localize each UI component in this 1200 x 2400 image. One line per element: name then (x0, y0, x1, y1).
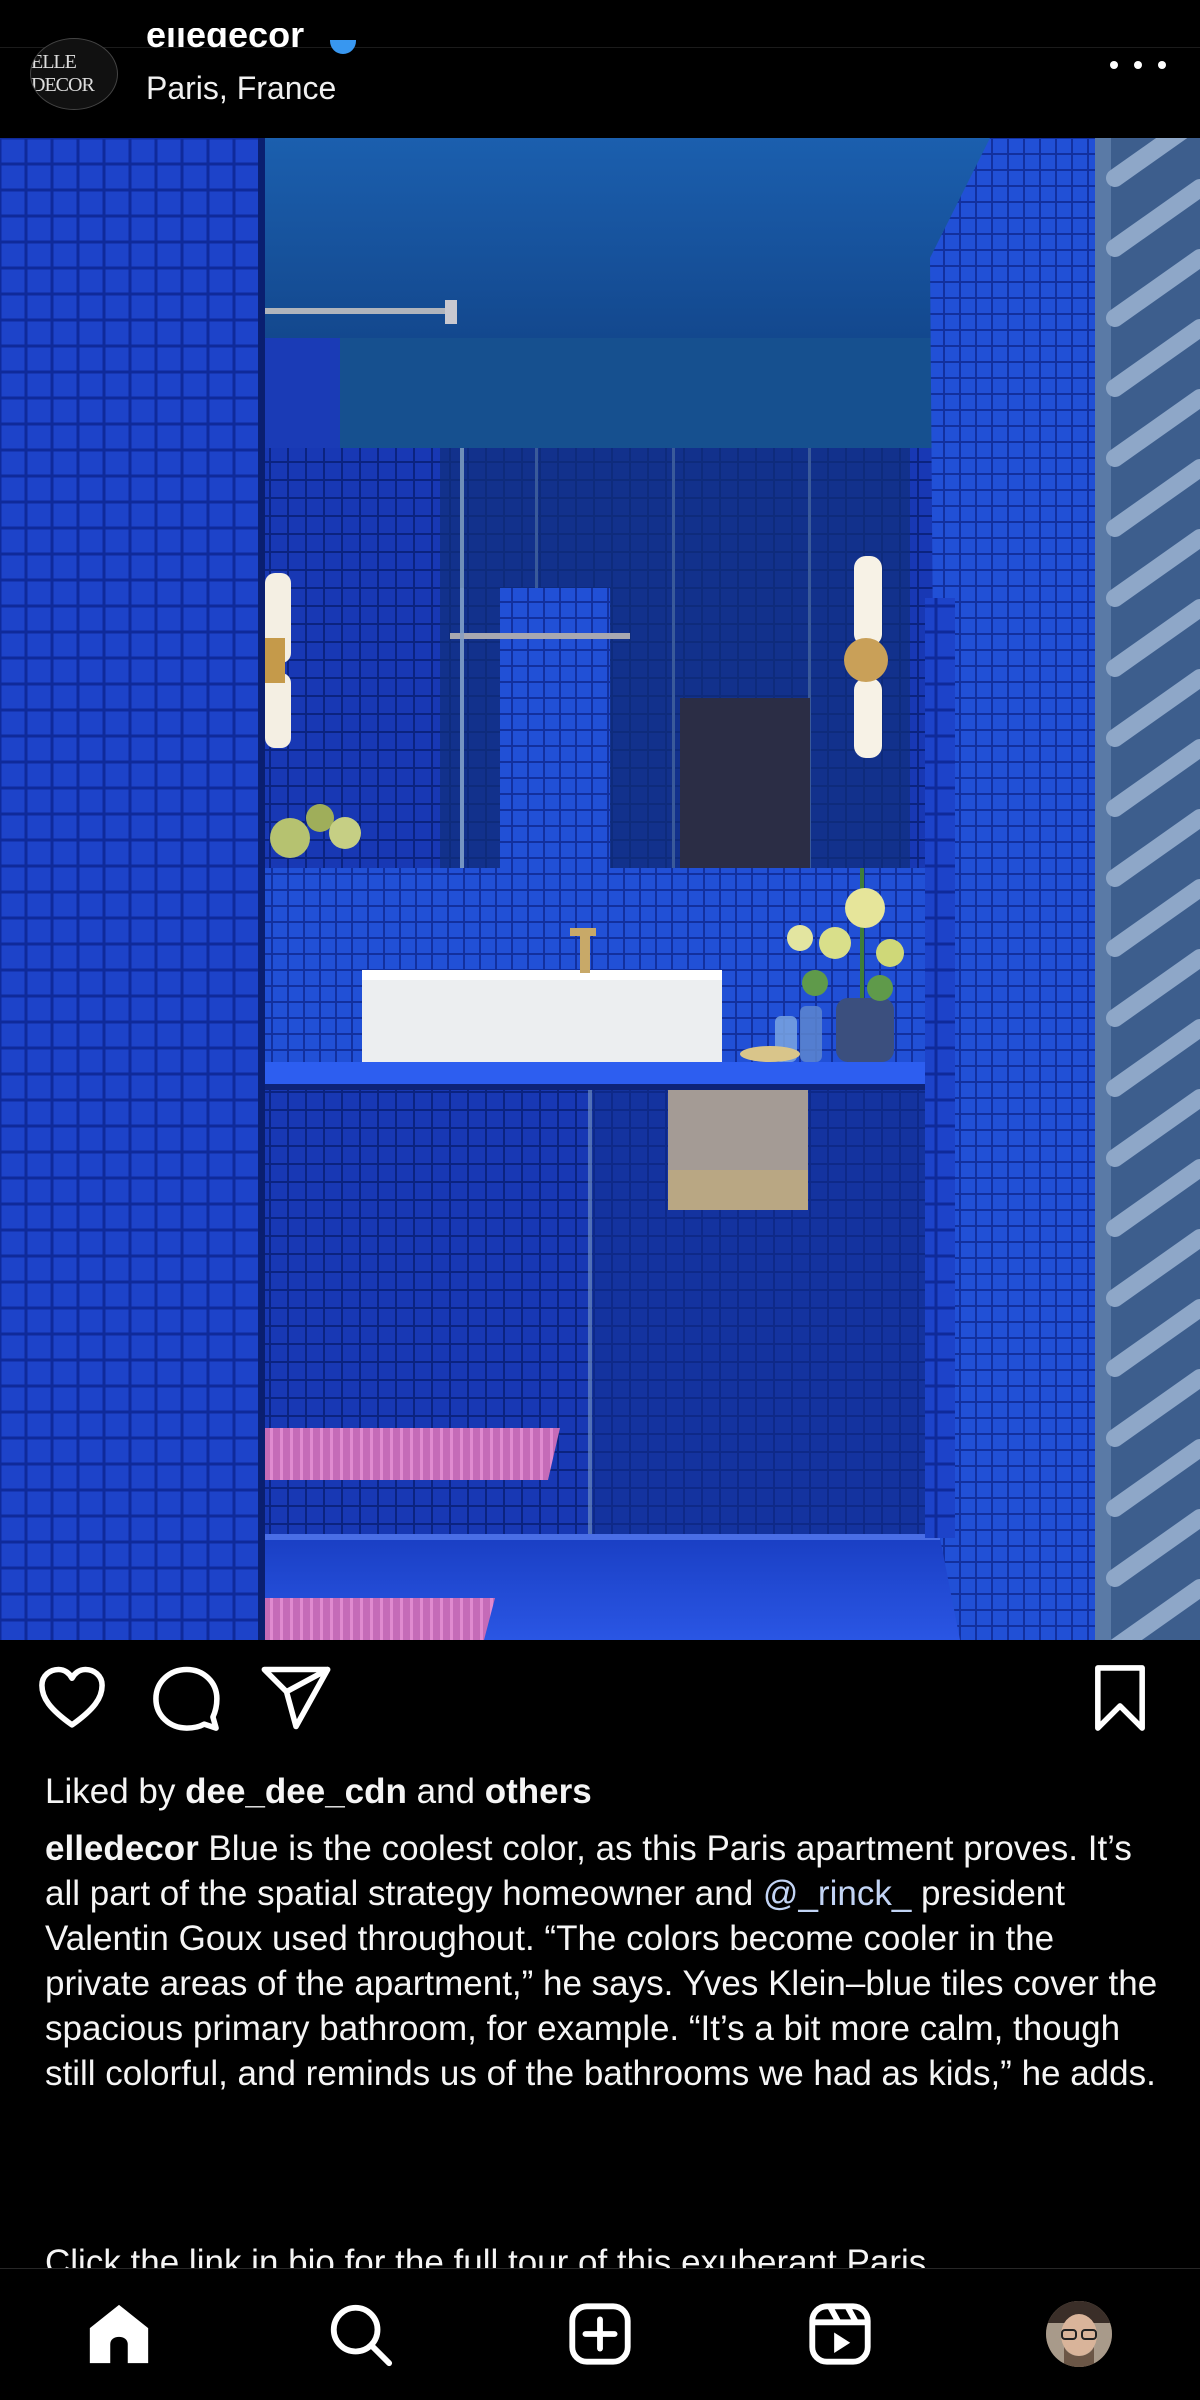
comment-button[interactable] (148, 1660, 224, 1736)
reels-icon (809, 2303, 871, 2365)
search-icon (330, 2304, 393, 2367)
post-header: ELLE DECOR elledecor Paris, France (0, 0, 1200, 138)
caption-mention[interactable]: @_rinck_ (763, 1874, 911, 1913)
dot-icon (1110, 61, 1118, 69)
bottom-navigation (0, 2268, 1200, 2400)
post-location[interactable]: Paris, France (146, 70, 336, 107)
bookmark-icon (1095, 1665, 1145, 1731)
account-avatar[interactable]: ELLE DECOR (30, 38, 118, 110)
post-image[interactable] (0, 138, 1200, 1640)
verified-badge-icon (330, 40, 356, 54)
caption-continuation: Click the link in bio for the full tour … (45, 2243, 927, 2268)
post-caption: elledecor Blue is the coolest color, as … (45, 1826, 1165, 2096)
comment-icon (153, 1666, 220, 1731)
bathroom-photo (0, 138, 1200, 1640)
nav-reels-button[interactable] (805, 2299, 875, 2369)
caption-username[interactable]: elledecor (45, 1829, 199, 1868)
liked-by-others[interactable]: others (485, 1772, 592, 1811)
save-button[interactable] (1082, 1660, 1158, 1736)
more-options-button[interactable] (1110, 50, 1166, 80)
likes-and: and (416, 1772, 476, 1811)
liked-by-user[interactable]: dee_dee_cdn (185, 1772, 407, 1811)
dot-icon (1158, 61, 1166, 69)
share-button[interactable] (258, 1660, 334, 1736)
post-action-bar (0, 1660, 1200, 1750)
nav-home-button[interactable] (84, 2299, 154, 2369)
heart-icon (39, 1666, 105, 1728)
home-icon (89, 2304, 149, 2364)
nav-search-button[interactable] (325, 2299, 395, 2369)
nav-profile-button[interactable] (1046, 2301, 1112, 2367)
profile-avatar (1046, 2301, 1112, 2367)
likes-summary[interactable]: Liked by dee_dee_cdn and others (45, 1772, 592, 1812)
nav-create-button[interactable] (565, 2299, 635, 2369)
likes-prefix: Liked by (45, 1772, 176, 1811)
account-username[interactable]: elledecor (146, 28, 304, 50)
dot-icon (1134, 61, 1142, 69)
plus-square-icon (569, 2303, 631, 2365)
like-button[interactable] (34, 1660, 110, 1736)
share-icon (261, 1666, 331, 1730)
